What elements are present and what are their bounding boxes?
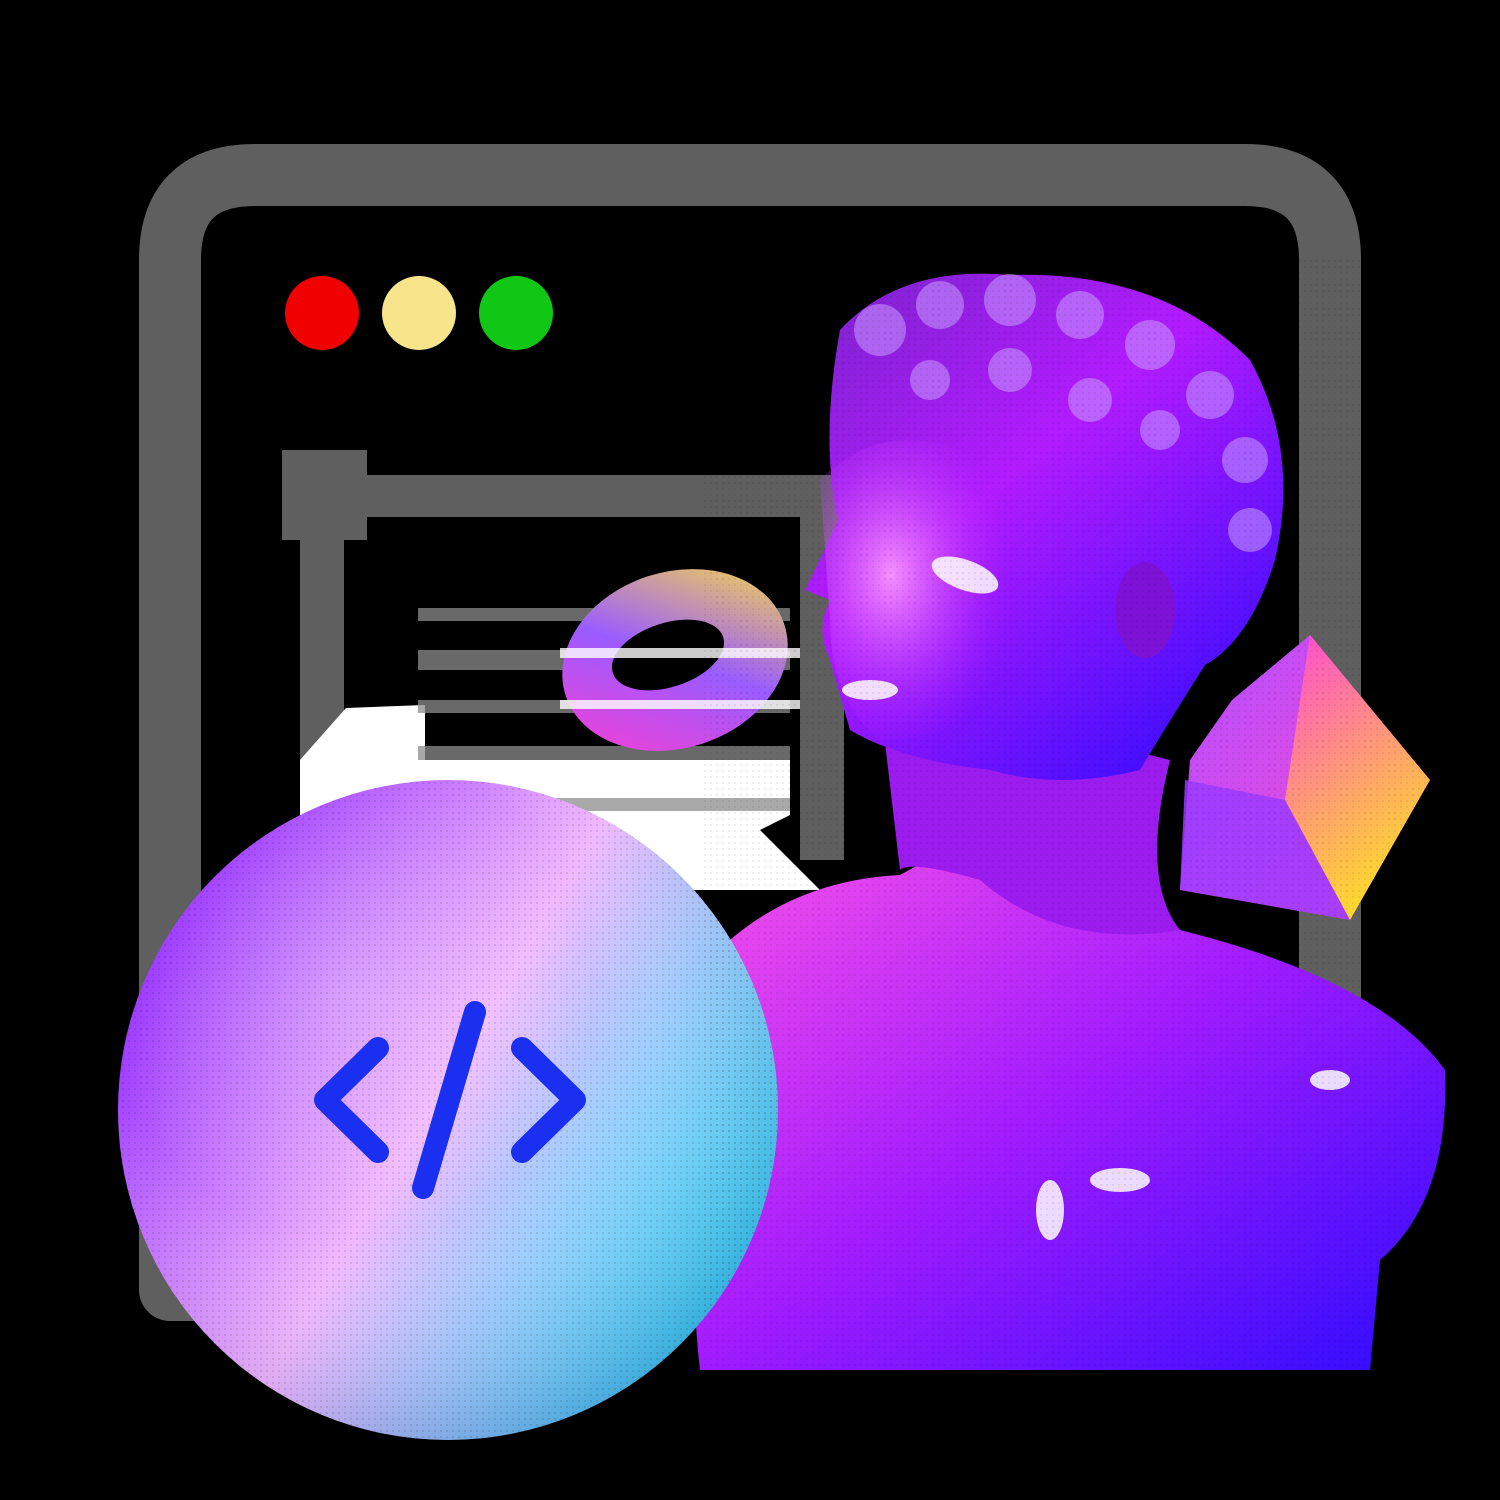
window-controls bbox=[285, 276, 553, 350]
close-dot-icon[interactable] bbox=[285, 276, 359, 350]
illustration-canvas bbox=[118, 144, 1460, 1440]
minimize-dot-icon[interactable] bbox=[382, 276, 456, 350]
halftone-overlay bbox=[700, 260, 1460, 1370]
illustration-stage bbox=[0, 0, 1500, 1500]
maximize-dot-icon[interactable] bbox=[479, 276, 553, 350]
code-badge[interactable] bbox=[118, 780, 778, 1440]
